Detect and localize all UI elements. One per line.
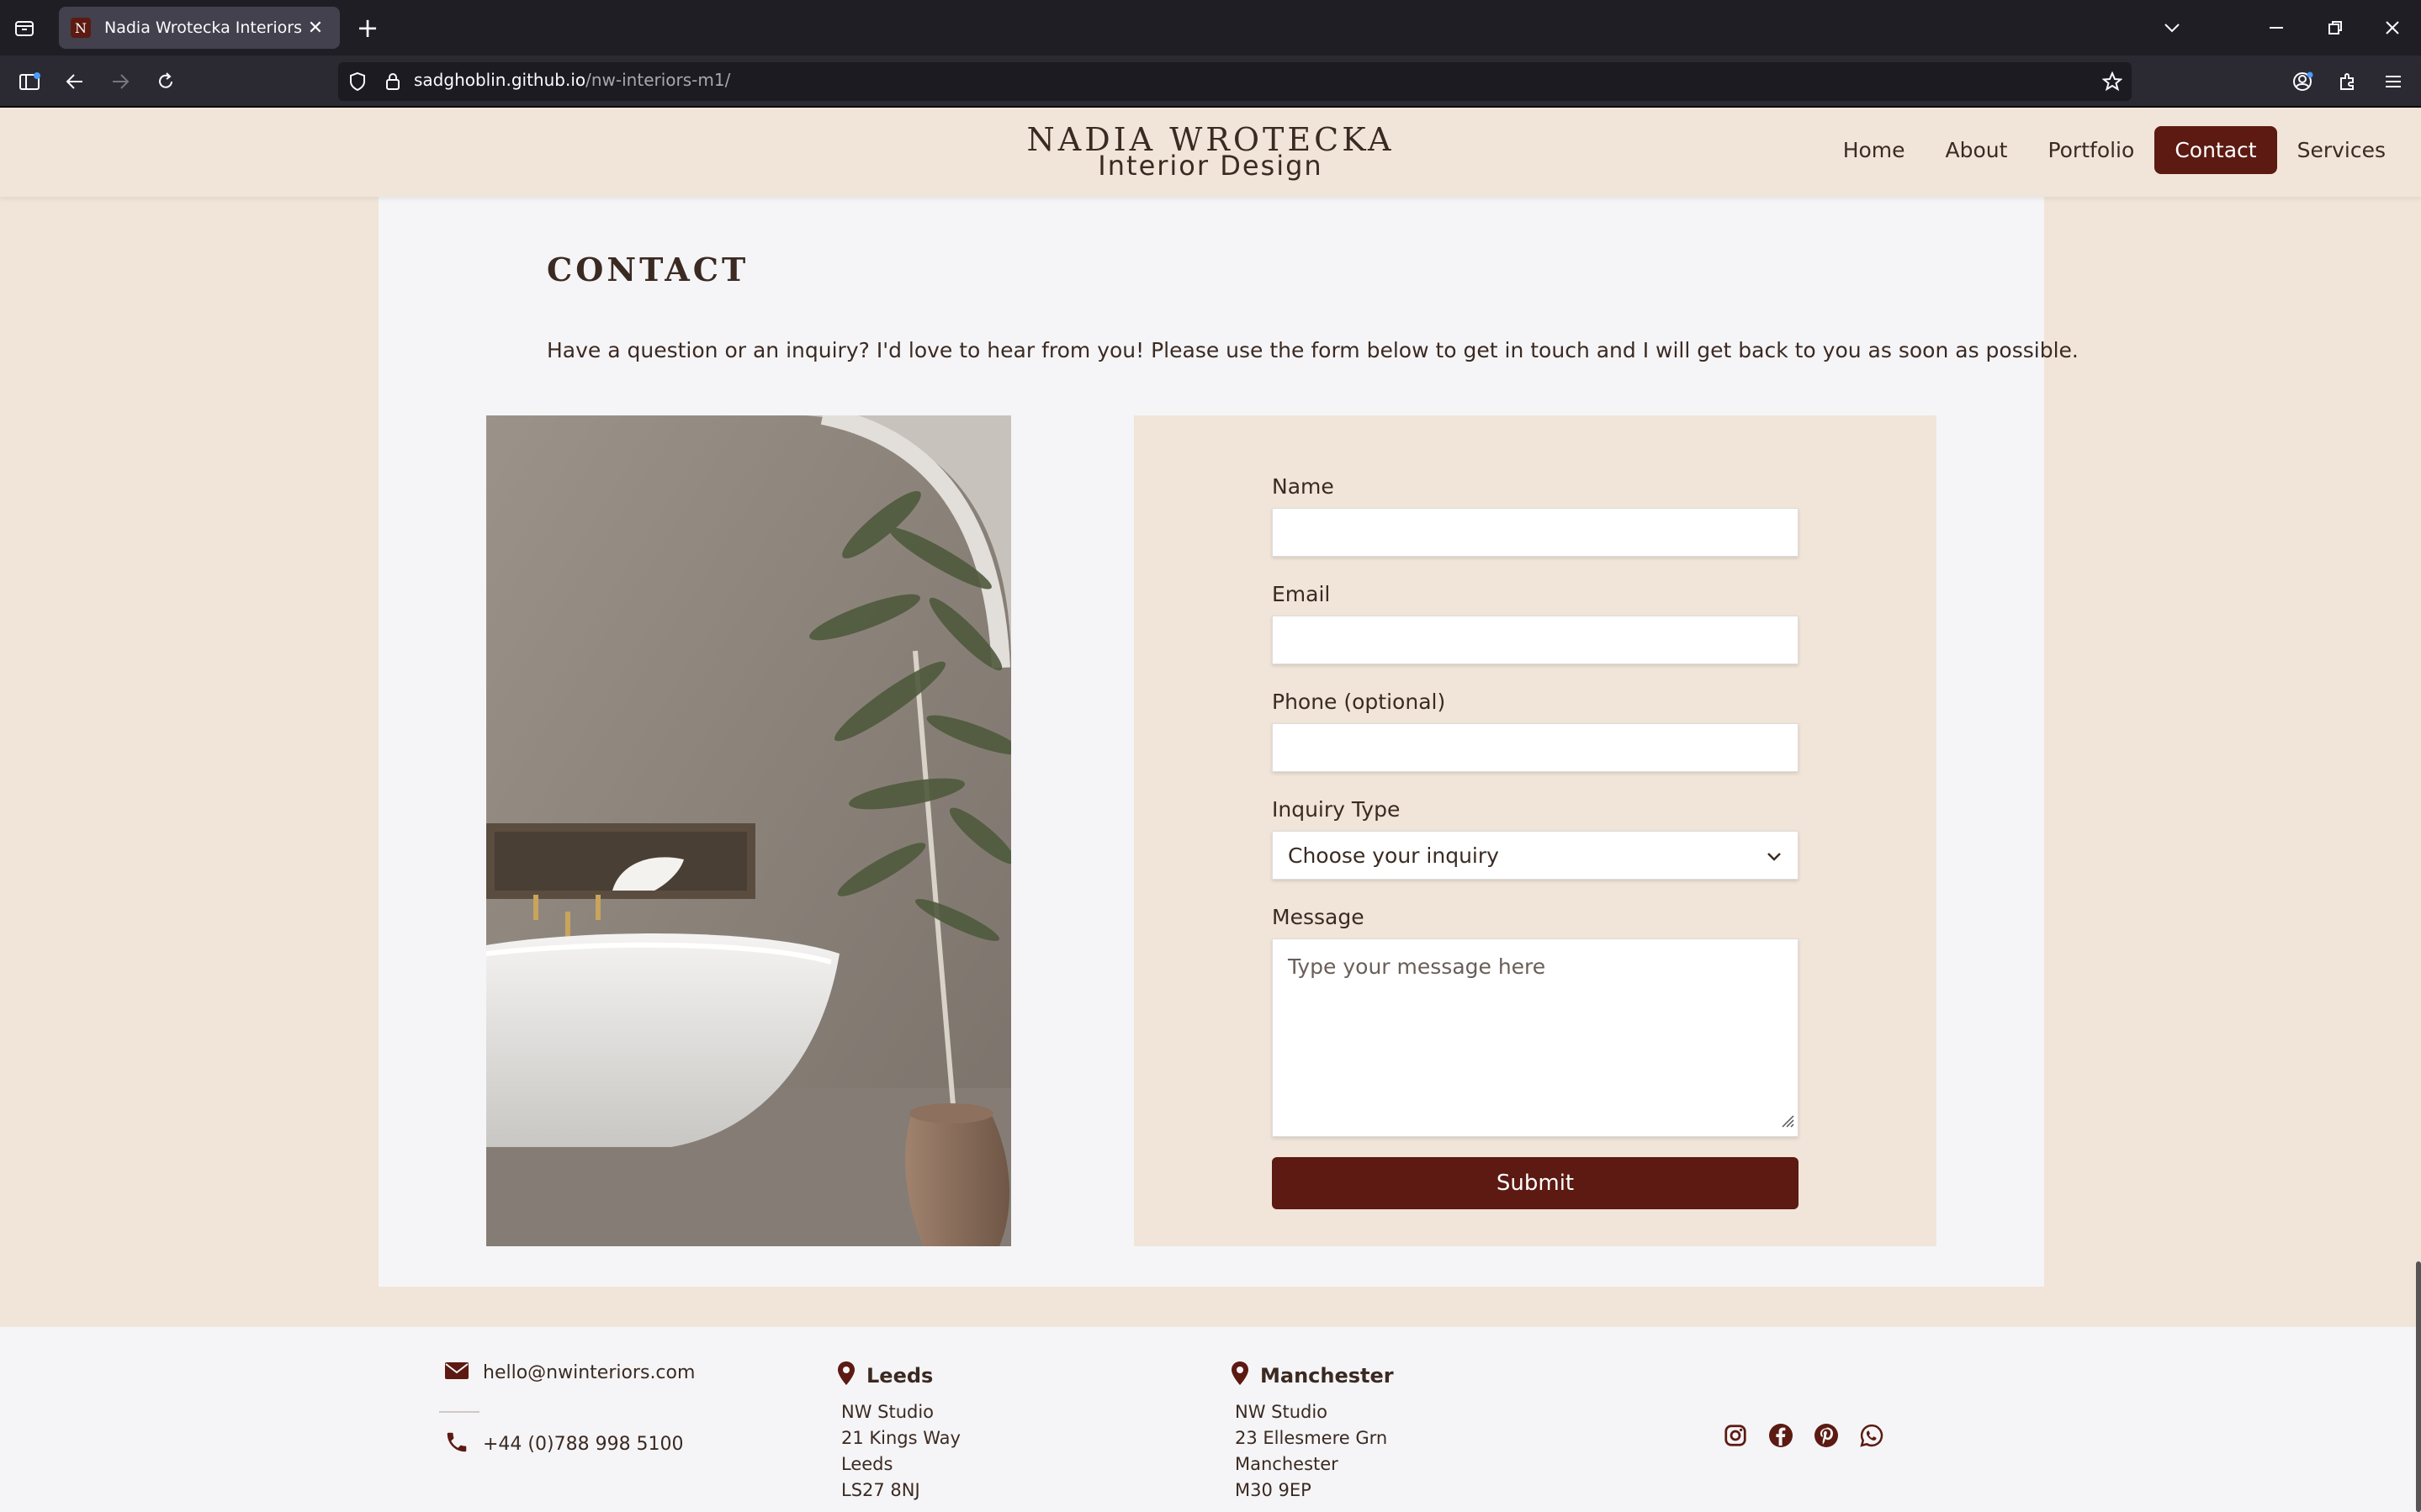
footer-divider [439,1411,479,1413]
shield-icon[interactable] [342,66,373,98]
address-line: NW Studio [841,1402,935,1422]
inquiry-type-select[interactable]: Choose your inquiry [1272,831,1799,880]
bookmark-star-icon[interactable] [2096,66,2128,98]
inquiry-type-value: Choose your inquiry [1288,843,1499,868]
browser-tab[interactable]: N Nadia Wrotecka Interiors ✕ [59,7,340,49]
map-pin-icon [836,1361,856,1391]
footer-email[interactable]: hello@nwinteriors.com [444,1361,695,1384]
email-text: hello@nwinteriors.com [483,1361,696,1383]
chevron-down-icon [1766,843,1783,868]
extensions-icon[interactable] [2332,66,2364,98]
account-icon[interactable] [2286,66,2318,98]
minimize-icon[interactable] [2259,12,2293,44]
menu-icon[interactable] [2377,66,2409,98]
email-input[interactable] [1272,616,1799,664]
address-line: Leeds [841,1454,893,1474]
nav-services[interactable]: Services [2277,126,2406,174]
tab-overflow-chevron-icon[interactable] [2155,12,2189,44]
social-links [1721,1421,1886,1450]
footer-phone[interactable]: +44 (0)788 998 5100 [444,1430,684,1458]
url-path: /nw-interiors-m1/ [585,70,731,90]
address-line: 23 Ellesmere Grn [1235,1428,1388,1448]
new-tab-icon[interactable]: + [352,12,384,44]
submit-button[interactable]: Submit [1272,1157,1799,1209]
resize-handle-icon[interactable] [1779,1108,1794,1133]
main-nav: Home About Portfolio Contact Services [1823,126,2406,174]
contact-form: Name Email Phone (optional) Inquiry Type… [1272,474,1799,1209]
envelope-icon [444,1361,469,1384]
address-line: LS27 8NJ [841,1480,920,1500]
browser-window: N Nadia Wrotecka Interiors ✕ + sadghobli… [0,0,2421,1512]
address-line: 21 Kings Way [841,1428,961,1448]
site-footer: hello@nwinteriors.com +44 (0)788 998 510… [0,1327,2421,1512]
phone-label: Phone (optional) [1272,690,1446,714]
footer-location-leeds: Leeds NW Studio 21 Kings Way Leeds LS27 … [836,1361,961,1504]
site-header: NADIA WROTECKA Interior Design Home Abou… [0,108,2421,197]
url-domain: sadghoblin.github.io [414,70,586,90]
nav-about[interactable]: About [1926,126,2028,174]
nav-contact[interactable]: Contact [2154,126,2277,174]
map-pin-icon [1230,1361,1250,1391]
contact-form-panel: Name Email Phone (optional) Inquiry Type… [1134,415,1936,1246]
intro-text: Have a question or an inquiry? I'd love … [547,338,2079,362]
nav-portfolio[interactable]: Portfolio [2027,126,2154,174]
reload-icon[interactable] [150,66,182,98]
tab-title: Nadia Wrotecka Interiors [104,19,302,37]
location-city: Leeds [866,1364,934,1388]
address-line: Manchester [1235,1454,1338,1474]
back-icon[interactable] [59,66,91,98]
address-line: M30 9EP [1235,1480,1311,1500]
tab-list-icon[interactable] [12,15,37,40]
phone-icon [444,1430,469,1458]
close-tab-icon[interactable]: ✕ [303,18,328,39]
name-input[interactable] [1272,508,1799,557]
lock-icon[interactable] [377,66,409,98]
email-label: Email [1272,582,1331,606]
message-placeholder: Type your message here [1288,954,1546,979]
location-city: Manchester [1260,1364,1394,1388]
nav-home[interactable]: Home [1823,126,1926,174]
address-line: NW Studio [1235,1402,1328,1422]
page-scrollbar[interactable] [2416,1261,2421,1512]
whatsapp-icon[interactable] [1857,1421,1886,1450]
sidebar-toggle-icon[interactable] [13,66,45,98]
message-label: Message [1272,905,1364,929]
close-window-icon[interactable] [2376,12,2409,44]
pinterest-icon[interactable] [1812,1421,1841,1450]
url-text[interactable]: sadghoblin.github.io/nw-interiors-m1/ [414,70,730,90]
phone-input[interactable] [1272,723,1799,772]
page-title: CONTACT [547,251,750,288]
favicon-icon: N [71,18,91,38]
phone-text: +44 (0)788 998 5100 [483,1433,684,1455]
forward-icon[interactable] [104,66,136,98]
contact-section: CONTACT Have a question or an inquiry? I… [379,197,2079,1287]
inquiry-type-label: Inquiry Type [1272,797,1401,822]
message-textarea[interactable]: Type your message here [1272,938,1799,1137]
tab-bar: N Nadia Wrotecka Interiors ✕ + [0,0,2421,56]
footer-location-manchester: Manchester NW Studio 23 Ellesmere Grn Ma… [1230,1361,1394,1504]
name-label: Name [1272,474,1334,499]
bathroom-photo [486,415,1011,1246]
instagram-icon[interactable] [1721,1421,1750,1450]
facebook-icon[interactable] [1767,1421,1795,1450]
restore-icon[interactable] [2318,12,2352,44]
